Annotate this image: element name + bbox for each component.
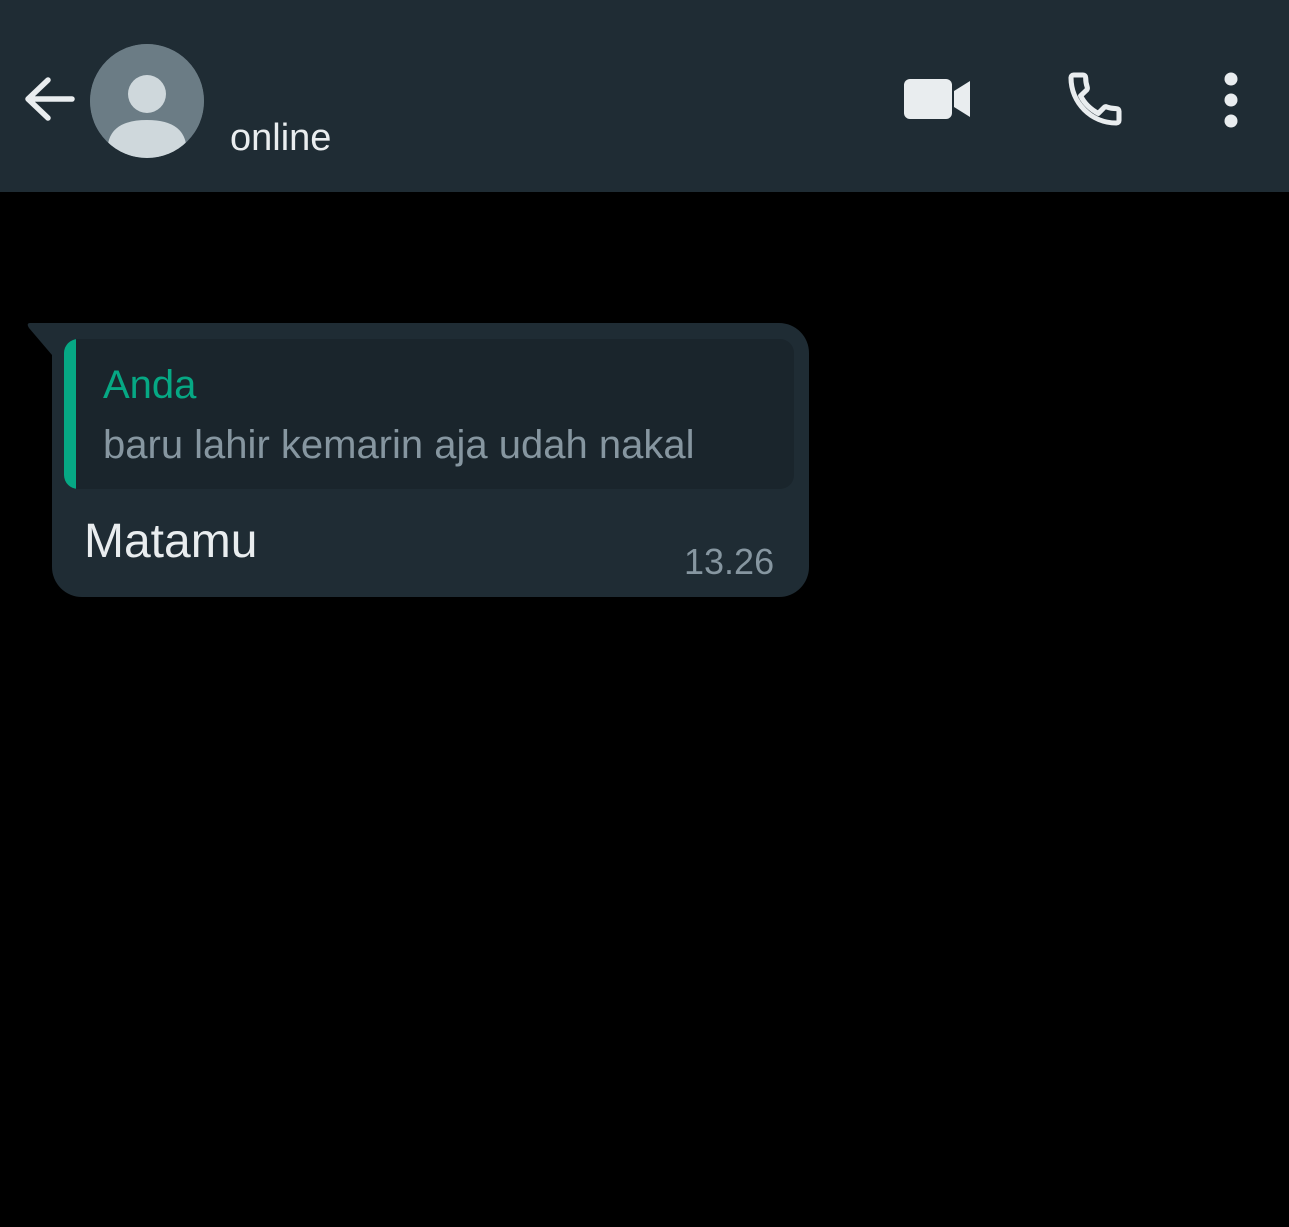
message-timestamp: 13.26 — [684, 541, 775, 582]
video-call-button[interactable] — [896, 66, 978, 136]
more-vertical-icon — [1221, 70, 1241, 135]
quote-author: Anda — [103, 363, 197, 407]
quoted-message[interactable]: Anda baru lahir kemarin aja udah nakal — [64, 339, 794, 489]
chat-screen: online Anda baru lahir kemarin aja udah … — [0, 0, 1289, 1227]
arrow-left-icon — [20, 69, 80, 134]
quote-text: baru lahir kemarin aja udah nakal — [103, 423, 695, 467]
message-text: Matamu — [84, 515, 258, 568]
chat-header: online — [0, 0, 1289, 192]
voice-call-button[interactable] — [1056, 62, 1134, 140]
more-options-button[interactable] — [1206, 62, 1256, 142]
video-camera-icon — [902, 76, 972, 127]
phone-icon — [1063, 67, 1127, 136]
default-person-avatar-icon — [90, 44, 204, 158]
avatar[interactable] — [90, 44, 204, 158]
quote-accent-bar — [64, 339, 76, 489]
back-button[interactable] — [18, 66, 82, 136]
contact-status: online — [230, 117, 332, 159]
